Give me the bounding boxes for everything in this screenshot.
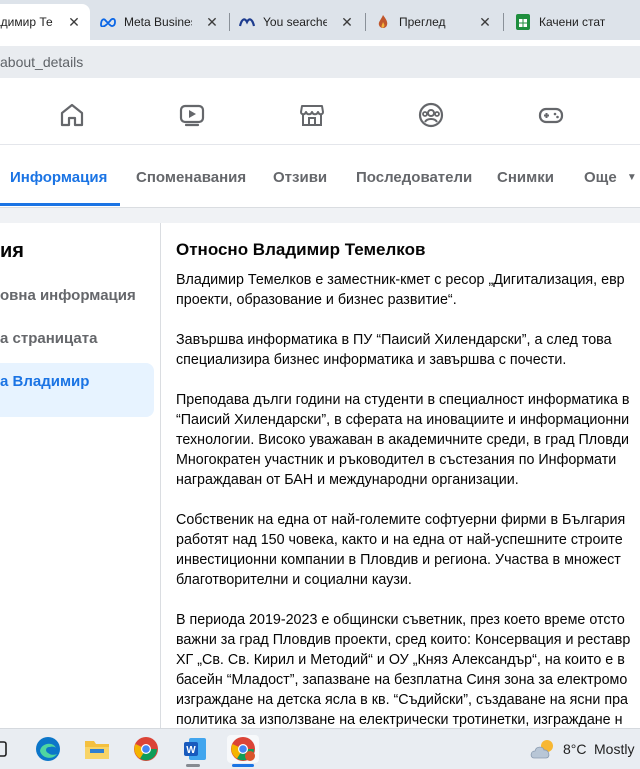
facebook-top-nav	[0, 86, 640, 145]
weather-temperature[interactable]: 8°C	[563, 741, 587, 757]
browser-tab-facebook[interactable]: адимир Те ✕	[0, 4, 90, 40]
browser-tab-title: Преглед	[399, 15, 446, 29]
tab-more-label: Още	[584, 169, 617, 186]
browser-tab-strip: адимир Те ✕ Meta Busines ✕ You searched …	[0, 0, 640, 40]
text-line: Многократен участник и ръководител в със…	[176, 452, 617, 468]
sheets-icon	[515, 14, 531, 30]
text-line: ХГ „Св. Св. Кирил и Методий“ и ОУ „Княз …	[176, 652, 625, 668]
text-line: басейн “Младост”, запазване на безплатна…	[176, 672, 628, 688]
chrome-profile-icon[interactable]	[227, 735, 259, 763]
tab-information[interactable]: Информация	[10, 169, 107, 186]
tab-separator	[503, 13, 504, 31]
running-indicator	[186, 764, 200, 767]
partly-cloudy-icon[interactable]	[530, 735, 558, 763]
text-line: благотворителни и социални каузи.	[176, 572, 412, 588]
text-line: важни за град Пловдив проекти, сред коит…	[176, 632, 631, 648]
sidebar-item-about-vladimir[interactable]: а Владимир	[0, 373, 89, 390]
text-line: технологии. Високо уважаван в академични…	[176, 432, 630, 448]
about-title: Относно Владимир Темелков	[176, 240, 426, 259]
edge-icon[interactable]	[34, 735, 62, 763]
browser-toolbar: about_details	[0, 40, 640, 84]
tab-more[interactable]: Още ▼	[584, 169, 637, 186]
active-tab-indicator	[0, 203, 120, 206]
close-tab-icon[interactable]: ✕	[477, 14, 493, 30]
text-line: “Паисий Хилендарски”, в сферата на инова…	[176, 412, 630, 428]
weather-condition[interactable]: Mostly	[594, 741, 634, 757]
groups-icon[interactable]	[418, 102, 444, 128]
tab-followers[interactable]: Последователи	[356, 169, 472, 186]
text-line: Собственик на една от най-големите софту…	[176, 512, 626, 528]
about-description: Владимир Темелков е заместник-кмет с рес…	[176, 270, 640, 750]
tab-photos[interactable]: Снимки	[497, 169, 554, 186]
text-line: политика за използване на електрически т…	[176, 712, 623, 728]
text-line: работят над 150 човека, както и на една …	[176, 532, 623, 548]
browser-tab-sheets[interactable]: Качени стат	[507, 4, 640, 40]
text-line: проекти, образование и бизнес развитие“.	[176, 292, 457, 308]
meta-dark-icon	[239, 14, 255, 30]
sidebar-item-basic-info[interactable]: овна информация	[0, 287, 136, 304]
close-tab-icon[interactable]: ✕	[339, 14, 355, 30]
browser-tab-meta-business[interactable]: Meta Busines ✕	[92, 4, 228, 40]
tab-separator	[229, 13, 230, 31]
video-icon[interactable]	[179, 102, 205, 128]
meta-icon	[100, 14, 116, 30]
text-line: Владимир Темелков е заместник-кмет с рес…	[176, 272, 625, 288]
text-line: изграждане на детска ясла в кв. “Съдийск…	[176, 692, 628, 708]
marketplace-icon[interactable]	[299, 102, 325, 128]
address-bar[interactable]: about_details	[0, 46, 640, 78]
close-tab-icon[interactable]: ✕	[204, 14, 220, 30]
paragraph: В периода 2019-2023 е общински съветник,…	[176, 610, 640, 730]
text-line: Преподава дълги години на студенти в спе…	[176, 392, 630, 408]
text-line: В периода 2019-2023 е общински съветник,…	[176, 612, 625, 628]
chrome-icon[interactable]	[132, 735, 160, 763]
tab-separator	[365, 13, 366, 31]
paragraph: Собственик на една от най-големите софту…	[176, 510, 640, 590]
close-tab-icon[interactable]: ✕	[66, 14, 82, 30]
browser-tab-title: Meta Busines	[124, 15, 192, 29]
svg-text:W: W	[186, 745, 196, 756]
address-text: about_details	[0, 54, 84, 70]
gaming-icon[interactable]	[538, 102, 564, 128]
profile-tabs: Информация Споменавания Отзиви Последова…	[0, 145, 640, 208]
flame-icon	[375, 14, 391, 30]
browser-tab-title: Качени стат	[539, 15, 606, 29]
text-line: специализира бизнес информатика и завърш…	[176, 352, 567, 368]
browser-tab-preview[interactable]: Преглед ✕	[367, 4, 501, 40]
task-view-icon[interactable]	[0, 735, 14, 763]
text-line: награждаван от БАН и международни органи…	[176, 472, 519, 488]
paragraph: Преподава дълги години на студенти в спе…	[176, 390, 640, 490]
browser-tab-search[interactable]: You searched ✕	[231, 4, 363, 40]
windows-taskbar: W	[0, 728, 640, 769]
paragraph: Завършва информатика в ПУ “Паисий Хиленд…	[176, 330, 640, 370]
tab-reviews[interactable]: Отзиви	[273, 169, 327, 186]
sidebar-active-highlight	[0, 363, 154, 417]
tab-mentions[interactable]: Споменавания	[136, 169, 246, 186]
sidebar-title: ия	[0, 240, 24, 262]
text-line: Завършва информатика в ПУ “Паисий Хиленд…	[176, 332, 612, 348]
active-indicator	[232, 764, 254, 767]
text-line: инвестиционни компании в Пловдив и регио…	[176, 552, 621, 568]
file-explorer-icon[interactable]	[83, 735, 111, 763]
caret-down-icon: ▼	[626, 172, 637, 183]
home-icon[interactable]	[59, 102, 85, 128]
browser-tab-title: You searched	[263, 15, 327, 29]
paragraph: Владимир Темелков е заместник-кмет с рес…	[176, 270, 640, 310]
word-icon[interactable]: W	[181, 735, 209, 763]
browser-tab-title: адимир Те	[0, 15, 53, 29]
sidebar-item-page-transparency[interactable]: а страницата	[0, 330, 97, 347]
